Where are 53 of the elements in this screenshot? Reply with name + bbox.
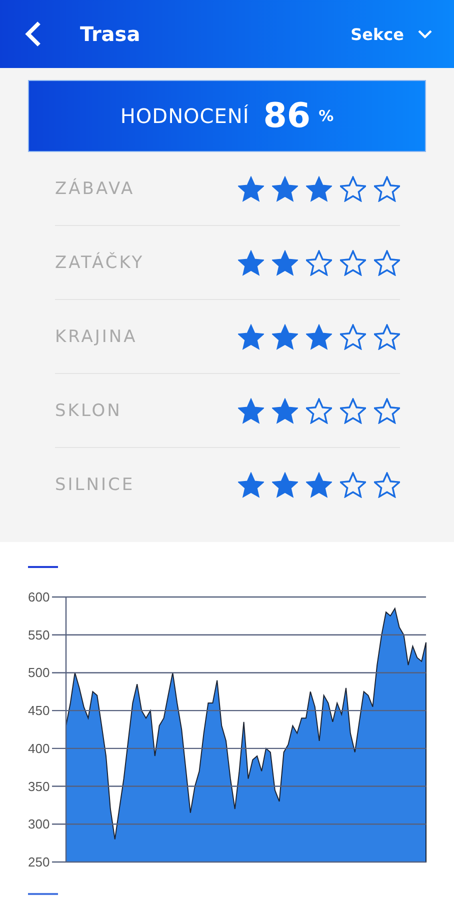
outline-star-icon	[340, 472, 366, 498]
criterion-label: ZÁBAVA	[55, 178, 135, 198]
y-axis-label: 600	[28, 590, 50, 604]
filled-star-icon	[272, 398, 298, 424]
filled-star-icon	[272, 472, 298, 498]
outline-star-icon	[306, 398, 332, 424]
rating-value: 86	[263, 96, 311, 136]
filled-star-icon	[306, 472, 332, 498]
chevron-down-icon	[418, 30, 432, 38]
criterion-label: KRAJINA	[55, 326, 138, 346]
outline-star-icon	[306, 250, 332, 276]
y-axis-label: 300	[28, 816, 50, 832]
filled-star-icon	[238, 472, 264, 498]
filled-star-icon	[272, 324, 298, 350]
filled-star-icon	[272, 176, 298, 202]
legend-marker-line	[28, 566, 58, 568]
star-rating[interactable]	[238, 250, 400, 276]
y-axis-label: 550	[28, 627, 50, 642]
outline-star-icon	[340, 324, 366, 350]
criterion-label: SKLON	[55, 400, 122, 420]
outline-star-icon	[374, 472, 400, 498]
percent-sign: %	[318, 107, 334, 125]
filled-star-icon	[306, 324, 332, 350]
star-rating[interactable]	[238, 176, 400, 202]
outline-star-icon	[340, 250, 366, 276]
outline-star-icon	[374, 250, 400, 276]
outline-star-icon	[374, 398, 400, 424]
section-dropdown[interactable]: Sekce	[350, 24, 432, 44]
filled-star-icon	[238, 176, 264, 202]
y-axis-label: 450	[28, 703, 50, 718]
back-button[interactable]	[24, 21, 42, 47]
y-axis-label: 500	[28, 665, 50, 680]
screen-title: Trasa	[80, 22, 142, 46]
outline-star-icon	[340, 176, 366, 202]
legend-marker-line	[28, 893, 58, 895]
y-axis-label: 400	[28, 740, 50, 756]
filled-star-icon	[238, 250, 264, 276]
filled-star-icon	[238, 324, 264, 350]
outline-star-icon	[374, 176, 400, 202]
criterion-label: ZATÁČKY	[55, 252, 144, 272]
outline-star-icon	[374, 324, 400, 350]
outline-star-icon	[340, 398, 366, 424]
star-rating[interactable]	[238, 472, 400, 498]
criterion-label: SILNICE	[55, 474, 135, 494]
filled-star-icon	[306, 176, 332, 202]
rating-label: HODNOCENÍ	[120, 104, 250, 128]
back-icon	[24, 21, 42, 47]
star-rating[interactable]	[238, 398, 400, 424]
filled-star-icon	[238, 398, 264, 424]
filled-star-icon	[272, 250, 298, 276]
star-rating[interactable]	[238, 324, 400, 350]
y-axis-label: 350	[28, 778, 50, 794]
y-axis-label: 250	[28, 854, 50, 870]
